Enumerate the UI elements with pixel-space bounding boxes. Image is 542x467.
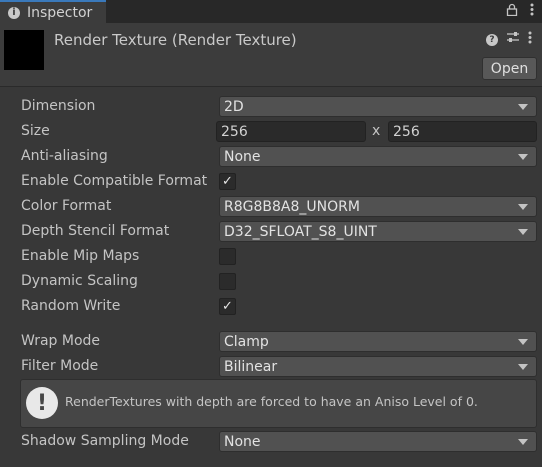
wrap-mode-label: Wrap Mode [21, 333, 101, 349]
size-width-field[interactable]: 256 [216, 121, 366, 142]
tab-bar: i Inspector [0, 0, 542, 23]
more-vertical-icon[interactable] [528, 31, 532, 48]
aniso-warning-text: RenderTextures with depth are forced to … [65, 394, 478, 409]
size-width-value: 256 [221, 123, 248, 140]
info-icon: i [8, 6, 20, 19]
random-write-checkbox[interactable]: ✓ [219, 298, 236, 315]
color-format-value: R8G8B8A8_UNORM [224, 198, 360, 215]
color-format-label: Color Format [21, 198, 112, 214]
size-height-field[interactable]: 256 [388, 121, 537, 142]
tab-inspector[interactable]: i Inspector [0, 0, 106, 23]
size-label: Size [21, 123, 50, 139]
shadow-sampling-dropdown[interactable]: None [219, 431, 537, 452]
checkmark-icon: ✓ [222, 299, 233, 314]
dynamic-scaling-row: Dynamic Scaling [0, 270, 542, 295]
shadow-sampling-label: Shadow Sampling Mode [21, 433, 189, 449]
color-format-row: Color Format R8G8B8A8_UNORM [0, 195, 542, 220]
presets-icon[interactable] [506, 31, 520, 48]
chevron-down-icon [518, 439, 528, 445]
open-button[interactable]: Open [482, 57, 537, 80]
chevron-down-icon [518, 364, 528, 370]
checkmark-icon: ✓ [222, 174, 233, 189]
chevron-down-icon [518, 154, 528, 160]
dimension-label: Dimension [21, 98, 96, 114]
anti-aliasing-label: Anti-aliasing [21, 148, 108, 164]
filter-mode-dropdown[interactable]: Bilinear [219, 356, 537, 377]
size-row: Size 256 x 256 [0, 120, 542, 145]
more-vertical-icon[interactable] [530, 3, 534, 20]
color-format-dropdown[interactable]: R8G8B8A8_UNORM [219, 196, 537, 217]
chevron-down-icon [518, 104, 528, 110]
header-controls: ? [486, 31, 532, 48]
depth-stencil-dropdown[interactable]: D32_SFLOAT_S8_UINT [219, 221, 537, 242]
compatible-format-checkbox[interactable]: ✓ [219, 173, 236, 190]
wrap-mode-dropdown[interactable]: Clamp [219, 331, 537, 352]
mip-maps-row: Enable Mip Maps [0, 245, 542, 270]
size-x-label: x [372, 123, 381, 139]
shadow-sampling-value: None [224, 433, 261, 450]
lock-icon[interactable] [506, 3, 518, 20]
size-height-value: 256 [393, 123, 420, 140]
help-icon[interactable]: ? [486, 33, 498, 46]
dimension-dropdown[interactable]: 2D [219, 96, 537, 117]
depth-stencil-value: D32_SFLOAT_S8_UINT [224, 223, 377, 240]
dynamic-scaling-checkbox[interactable] [219, 273, 236, 290]
shadow-sampling-row: Shadow Sampling Mode None [0, 430, 542, 455]
warning-icon: ! [26, 387, 58, 419]
compatible-format-label: Enable Compatible Format [21, 173, 208, 189]
random-write-row: Random Write ✓ [0, 295, 542, 320]
chevron-down-icon [518, 229, 528, 235]
depth-stencil-label: Depth Stencil Format [21, 223, 170, 239]
wrap-mode-row: Wrap Mode Clamp [0, 330, 542, 355]
aniso-warning-box: ! RenderTextures with depth are forced t… [20, 379, 537, 428]
mip-maps-label: Enable Mip Maps [21, 248, 140, 264]
filter-mode-label: Filter Mode [21, 358, 99, 374]
wrap-mode-value: Clamp [224, 333, 269, 350]
random-write-label: Random Write [21, 298, 121, 314]
chevron-down-icon [518, 204, 528, 210]
compatible-format-row: Enable Compatible Format ✓ [0, 170, 542, 195]
dimension-value: 2D [224, 98, 244, 115]
filter-mode-row: Filter Mode Bilinear [0, 355, 542, 380]
filter-mode-value: Bilinear [224, 358, 278, 375]
texture-preview [4, 30, 44, 70]
anti-aliasing-value: None [224, 148, 261, 165]
dimension-row: Dimension 2D [0, 95, 542, 120]
dynamic-scaling-label: Dynamic Scaling [21, 273, 138, 289]
anti-aliasing-row: Anti-aliasing None [0, 145, 542, 170]
chevron-down-icon [518, 339, 528, 345]
depth-stencil-row: Depth Stencil Format D32_SFLOAT_S8_UINT [0, 220, 542, 245]
properties-panel: Dimension 2D Size 256 x 256 Anti-aliasin… [0, 87, 542, 467]
mip-maps-checkbox[interactable] [219, 248, 236, 265]
asset-title: Render Texture (Render Texture) [54, 31, 297, 49]
inspector-header: Render Texture (Render Texture) ? Open [0, 23, 542, 87]
anti-aliasing-dropdown[interactable]: None [219, 146, 537, 167]
tab-label: Inspector [27, 4, 93, 21]
tab-bar-controls [506, 0, 534, 23]
